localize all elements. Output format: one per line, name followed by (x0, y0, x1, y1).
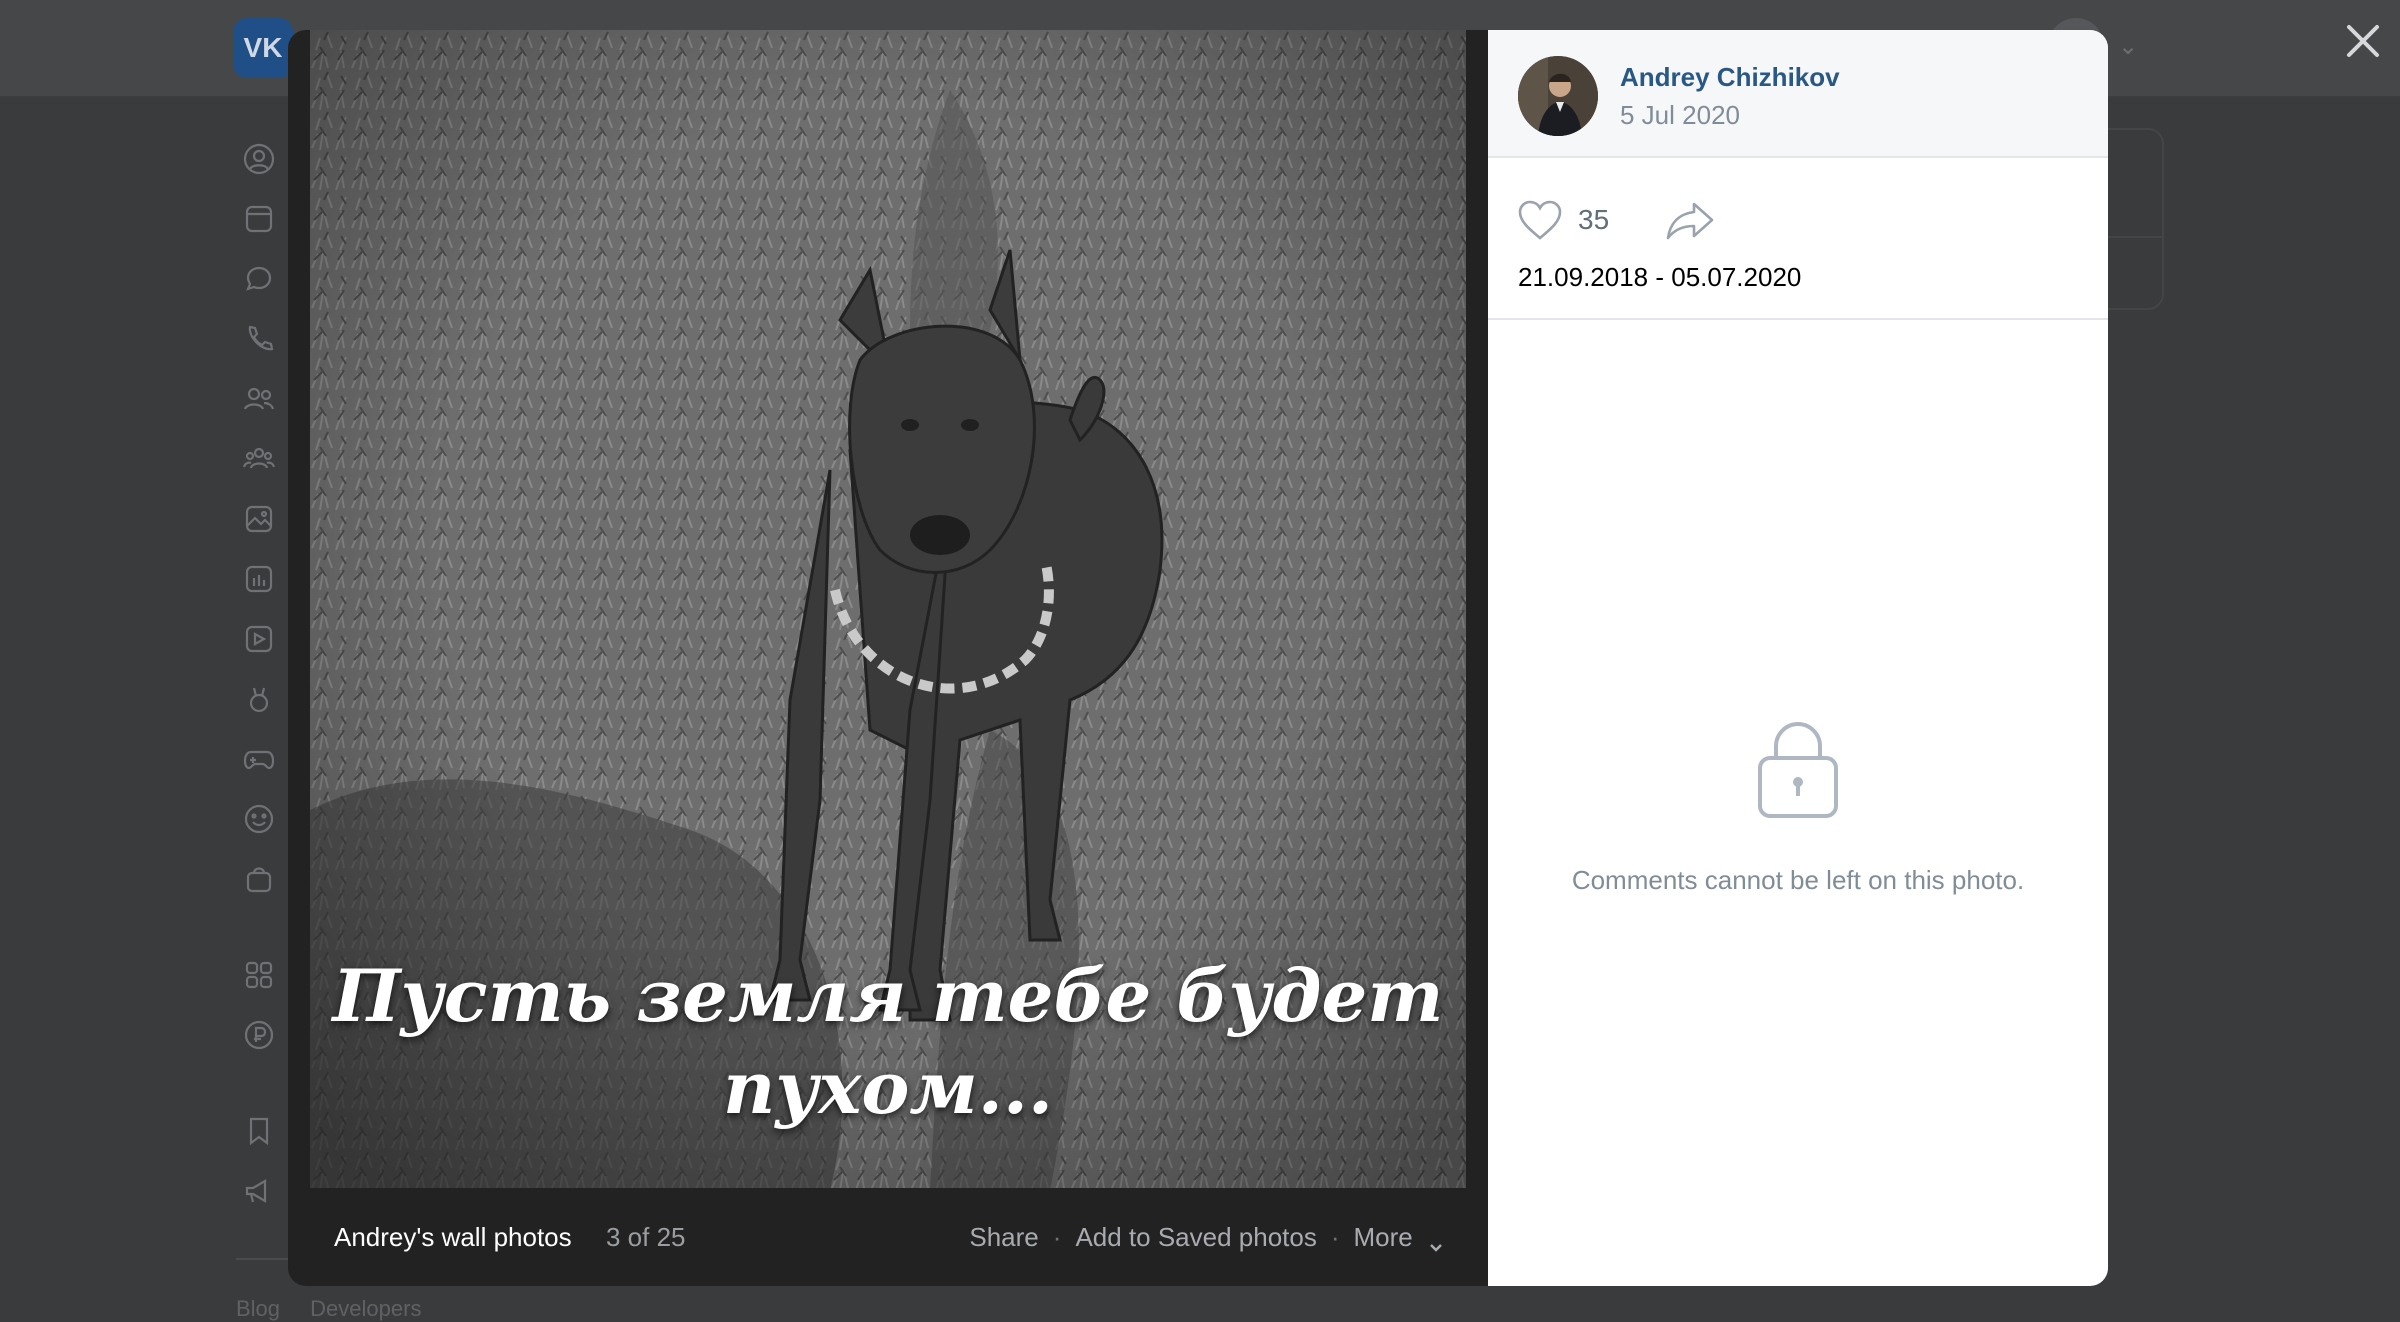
like-button[interactable]: 35 (1516, 198, 1609, 242)
footer-link-developers: Developers (310, 1296, 422, 1321)
calls-icon (236, 316, 282, 362)
stickers-icon (236, 796, 282, 842)
bookmarks-icon (236, 1108, 282, 1154)
clips-icon (236, 676, 282, 722)
profile-icon (236, 136, 282, 182)
share-button[interactable] (1664, 198, 1716, 242)
photo-meta: 35 21.09.2018 - 05.07.2020 (1488, 158, 2108, 320)
communities-icon (236, 436, 282, 482)
author-header: Andrey Chizhikov 5 Jul 2020 (1488, 30, 2108, 158)
album-link[interactable]: Andrey's wall photos (334, 1222, 572, 1253)
friends-icon (236, 376, 282, 422)
photo-viewer: Пусть земля тебе будет пухом... Andrey's… (288, 30, 2108, 1286)
photo-description: 21.09.2018 - 05.07.2020 (1518, 262, 1802, 292)
news-icon (236, 196, 282, 242)
market-icon (236, 856, 282, 902)
photo[interactable]: Пусть земля тебе будет пухом... (310, 30, 1466, 1188)
comments-disabled-text: Comments cannot be left on this photo. (1571, 865, 2025, 895)
heart-icon (1518, 200, 1562, 240)
chevron-down-icon: ⌄ (2118, 33, 2139, 60)
vk-logo: VK (233, 18, 293, 78)
author-name-link[interactable]: Andrey Chizhikov (1620, 62, 1840, 93)
share-icon (1666, 202, 1714, 240)
more-menu-button[interactable]: More (1354, 1222, 1444, 1253)
photo-caption-line-1: Пусть земля тебе будет (332, 953, 1444, 1038)
close-button[interactable] (2336, 14, 2390, 68)
add-to-saved-link[interactable]: Add to Saved photos (1075, 1222, 1316, 1253)
background-divider (236, 1258, 296, 1260)
comments-disabled-notice: Comments cannot be left on this photo. (1488, 720, 2108, 896)
ads-icon (236, 1168, 282, 1214)
like-count: 35 (1578, 204, 1610, 235)
background-footer: Blog Developers (236, 1296, 445, 1322)
footer-link-blog: Blog (236, 1296, 281, 1321)
photos-icon (236, 496, 282, 542)
share-link[interactable]: Share (969, 1222, 1038, 1253)
payments-icon (236, 1012, 282, 1058)
separator-dot: · (1330, 1222, 1340, 1252)
more-label: More (1353, 1222, 1413, 1252)
photo-caption: Пусть земля тебе будет пухом... (310, 950, 1466, 1134)
close-icon (2347, 25, 2379, 57)
messages-icon (236, 256, 282, 302)
photo-caption-line-2: пухом... (722, 1045, 1053, 1130)
post-date[interactable]: 5 Jul 2020 (1620, 100, 1740, 131)
photo-counter: 3 of 25 (606, 1222, 686, 1252)
video-icon (236, 616, 282, 662)
photo-pane: Пусть земля тебе будет пухом... Andrey's… (288, 30, 1488, 1286)
photo-actions: Share · Add to Saved photos · More (969, 1222, 1444, 1253)
lock-icon (1756, 720, 1840, 820)
separator-dot: · (1052, 1222, 1062, 1252)
services-icon (236, 952, 282, 998)
chevron-down-icon (1428, 1231, 1444, 1252)
photo-info-panel: Andrey Chizhikov 5 Jul 2020 35 21.09.201… (1488, 30, 2108, 1286)
games-icon (236, 736, 282, 782)
author-avatar[interactable] (1518, 56, 1598, 136)
music-icon (236, 556, 282, 602)
avatar-image (1518, 56, 1598, 136)
